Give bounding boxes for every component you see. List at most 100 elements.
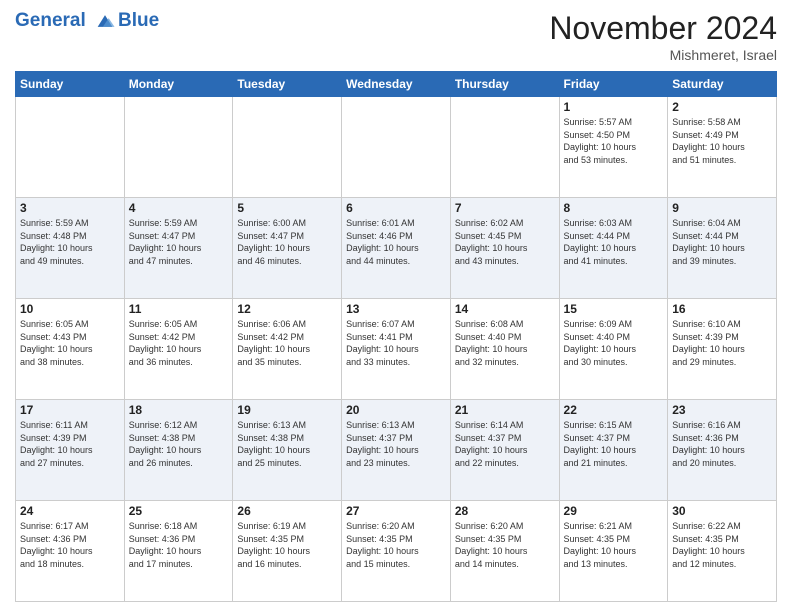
day-number: 8: [564, 201, 664, 215]
day-number: 25: [129, 504, 229, 518]
cell-r1-c1: 4Sunrise: 5:59 AMSunset: 4:47 PMDaylight…: [124, 198, 233, 299]
day-info: Sunrise: 6:06 AMSunset: 4:42 PMDaylight:…: [237, 318, 337, 368]
logo-blue: Blue: [118, 10, 159, 32]
cell-r1-c5: 8 Sunrise: 6:03 AMSunset: 4:44 PMDaylight…: [559, 198, 668, 299]
cell-r4-c3: 27 Sunrise: 6:20 AMSunset: 4:35 PMDayligh…: [342, 501, 451, 602]
cell-r4-c4: 28 Sunrise: 6:20 AMSunset: 4:35 PMDayligh…: [450, 501, 559, 602]
calendar-row-3: 17 Sunrise: 6:11 AMSunset: 4:39 PMDayligh…: [16, 400, 777, 501]
day-number: 11: [129, 302, 229, 316]
cell-r1-c6: 9 Sunrise: 6:04 AMSunset: 4:44 PMDaylight…: [668, 198, 777, 299]
day-info: Sunrise: 5:58 AMSunset: 4:49 PMDaylight:…: [672, 116, 772, 166]
day-number: 4: [129, 201, 229, 215]
day-number: 1: [564, 100, 664, 114]
day-info: Sunrise: 6:22 AMSunset: 4:35 PMDaylight:…: [672, 520, 772, 570]
cell-r1-c2: 5 Sunrise: 6:00 AMSunset: 4:47 PMDaylight…: [233, 198, 342, 299]
day-info: Sunrise: 6:12 AMSunset: 4:38 PMDaylight:…: [129, 419, 229, 469]
day-number: 27: [346, 504, 446, 518]
day-number: 9: [672, 201, 772, 215]
cell-r0-c1: [124, 97, 233, 198]
day-info: Sunrise: 6:13 AMSunset: 4:38 PMDaylight:…: [237, 419, 337, 469]
day-info: Sunrise: 6:08 AMSunset: 4:40 PMDaylight:…: [455, 318, 555, 368]
cell-r2-c1: 11 Sunrise: 6:05 AMSunset: 4:42 PMDayligh…: [124, 299, 233, 400]
day-info: Sunrise: 6:14 AMSunset: 4:37 PMDaylight:…: [455, 419, 555, 469]
day-number: 2: [672, 100, 772, 114]
day-number: 17: [20, 403, 120, 417]
cell-r1-c3: 6Sunrise: 6:01 AMSunset: 4:46 PMDaylight…: [342, 198, 451, 299]
day-number: 26: [237, 504, 337, 518]
day-number: 20: [346, 403, 446, 417]
day-number: 6: [346, 201, 446, 215]
cell-r4-c6: 30 Sunrise: 6:22 AMSunset: 4:35 PMDayligh…: [668, 501, 777, 602]
cell-r4-c0: 24 Sunrise: 6:17 AMSunset: 4:36 PMDayligh…: [16, 501, 125, 602]
day-number: 15: [564, 302, 664, 316]
weekday-header-row: Sunday Monday Tuesday Wednesday Thursday…: [16, 72, 777, 97]
day-number: 14: [455, 302, 555, 316]
day-number: 13: [346, 302, 446, 316]
cell-r3-c4: 21Sunrise: 6:14 AMSunset: 4:37 PMDayligh…: [450, 400, 559, 501]
logo-general: General: [15, 10, 86, 31]
day-info: Sunrise: 6:16 AMSunset: 4:36 PMDaylight:…: [672, 419, 772, 469]
day-info: Sunrise: 6:19 AMSunset: 4:35 PMDaylight:…: [237, 520, 337, 570]
header-tuesday: Tuesday: [233, 72, 342, 97]
cell-r2-c3: 13 Sunrise: 6:07 AMSunset: 4:41 PMDayligh…: [342, 299, 451, 400]
cell-r2-c6: 16 Sunrise: 6:10 AMSunset: 4:39 PMDayligh…: [668, 299, 777, 400]
day-info: Sunrise: 6:00 AMSunset: 4:47 PMDaylight:…: [237, 217, 337, 267]
title-block: November 2024 Mishmeret, Israel: [549, 10, 777, 63]
header-friday: Friday: [559, 72, 668, 97]
day-number: 23: [672, 403, 772, 417]
day-number: 16: [672, 302, 772, 316]
header-thursday: Thursday: [450, 72, 559, 97]
header-wednesday: Wednesday: [342, 72, 451, 97]
calendar-row-0: 1 Sunrise: 5:57 AMSunset: 4:50 PMDaylight…: [16, 97, 777, 198]
day-number: 3: [20, 201, 120, 215]
header-monday: Monday: [124, 72, 233, 97]
day-info: Sunrise: 6:20 AMSunset: 4:35 PMDaylight:…: [455, 520, 555, 570]
cell-r0-c4: [450, 97, 559, 198]
cell-r3-c3: 20 Sunrise: 6:13 AMSunset: 4:37 PMDayligh…: [342, 400, 451, 501]
day-info: Sunrise: 6:05 AMSunset: 4:42 PMDaylight:…: [129, 318, 229, 368]
day-info: Sunrise: 6:13 AMSunset: 4:37 PMDaylight:…: [346, 419, 446, 469]
day-info: Sunrise: 6:20 AMSunset: 4:35 PMDaylight:…: [346, 520, 446, 570]
cell-r3-c6: 23 Sunrise: 6:16 AMSunset: 4:36 PMDayligh…: [668, 400, 777, 501]
cell-r0-c0: [16, 97, 125, 198]
cell-r0-c3: [342, 97, 451, 198]
cell-r1-c4: 7Sunrise: 6:02 AMSunset: 4:45 PMDaylight…: [450, 198, 559, 299]
day-info: Sunrise: 5:57 AMSunset: 4:50 PMDaylight:…: [564, 116, 664, 166]
day-info: Sunrise: 6:04 AMSunset: 4:44 PMDaylight:…: [672, 217, 772, 267]
cell-r3-c5: 22 Sunrise: 6:15 AMSunset: 4:37 PMDayligh…: [559, 400, 668, 501]
day-number: 29: [564, 504, 664, 518]
day-info: Sunrise: 6:15 AMSunset: 4:37 PMDaylight:…: [564, 419, 664, 469]
day-number: 18: [129, 403, 229, 417]
logo-icon: [94, 12, 116, 30]
day-number: 5: [237, 201, 337, 215]
cell-r3-c0: 17 Sunrise: 6:11 AMSunset: 4:39 PMDayligh…: [16, 400, 125, 501]
day-number: 19: [237, 403, 337, 417]
day-number: 12: [237, 302, 337, 316]
day-info: Sunrise: 6:07 AMSunset: 4:41 PMDaylight:…: [346, 318, 446, 368]
cell-r2-c2: 12 Sunrise: 6:06 AMSunset: 4:42 PMDayligh…: [233, 299, 342, 400]
day-number: 28: [455, 504, 555, 518]
cell-r2-c0: 10Sunrise: 6:05 AMSunset: 4:43 PMDayligh…: [16, 299, 125, 400]
cell-r3-c2: 19 Sunrise: 6:13 AMSunset: 4:38 PMDayligh…: [233, 400, 342, 501]
logo: General Blue: [15, 10, 159, 32]
cell-r2-c4: 14 Sunrise: 6:08 AMSunset: 4:40 PMDayligh…: [450, 299, 559, 400]
cell-r0-c5: 1 Sunrise: 5:57 AMSunset: 4:50 PMDaylight…: [559, 97, 668, 198]
day-number: 24: [20, 504, 120, 518]
cell-r4-c5: 29Sunrise: 6:21 AMSunset: 4:35 PMDayligh…: [559, 501, 668, 602]
cell-r2-c5: 15 Sunrise: 6:09 AMSunset: 4:40 PMDayligh…: [559, 299, 668, 400]
day-info: Sunrise: 6:17 AMSunset: 4:36 PMDaylight:…: [20, 520, 120, 570]
day-number: 22: [564, 403, 664, 417]
day-info: Sunrise: 6:09 AMSunset: 4:40 PMDaylight:…: [564, 318, 664, 368]
day-info: Sunrise: 5:59 AMSunset: 4:48 PMDaylight:…: [20, 217, 120, 267]
day-info: Sunrise: 6:03 AMSunset: 4:44 PMDaylight:…: [564, 217, 664, 267]
cell-r0-c2: [233, 97, 342, 198]
calendar-row-2: 10Sunrise: 6:05 AMSunset: 4:43 PMDayligh…: [16, 299, 777, 400]
day-info: Sunrise: 6:18 AMSunset: 4:36 PMDaylight:…: [129, 520, 229, 570]
page: General Blue November 2024 Mishmeret, Is…: [0, 0, 792, 612]
cell-r4-c2: 26 Sunrise: 6:19 AMSunset: 4:35 PMDayligh…: [233, 501, 342, 602]
day-info: Sunrise: 6:11 AMSunset: 4:39 PMDaylight:…: [20, 419, 120, 469]
cell-r3-c1: 18 Sunrise: 6:12 AMSunset: 4:38 PMDayligh…: [124, 400, 233, 501]
day-number: 30: [672, 504, 772, 518]
day-info: Sunrise: 6:10 AMSunset: 4:39 PMDaylight:…: [672, 318, 772, 368]
day-number: 7: [455, 201, 555, 215]
